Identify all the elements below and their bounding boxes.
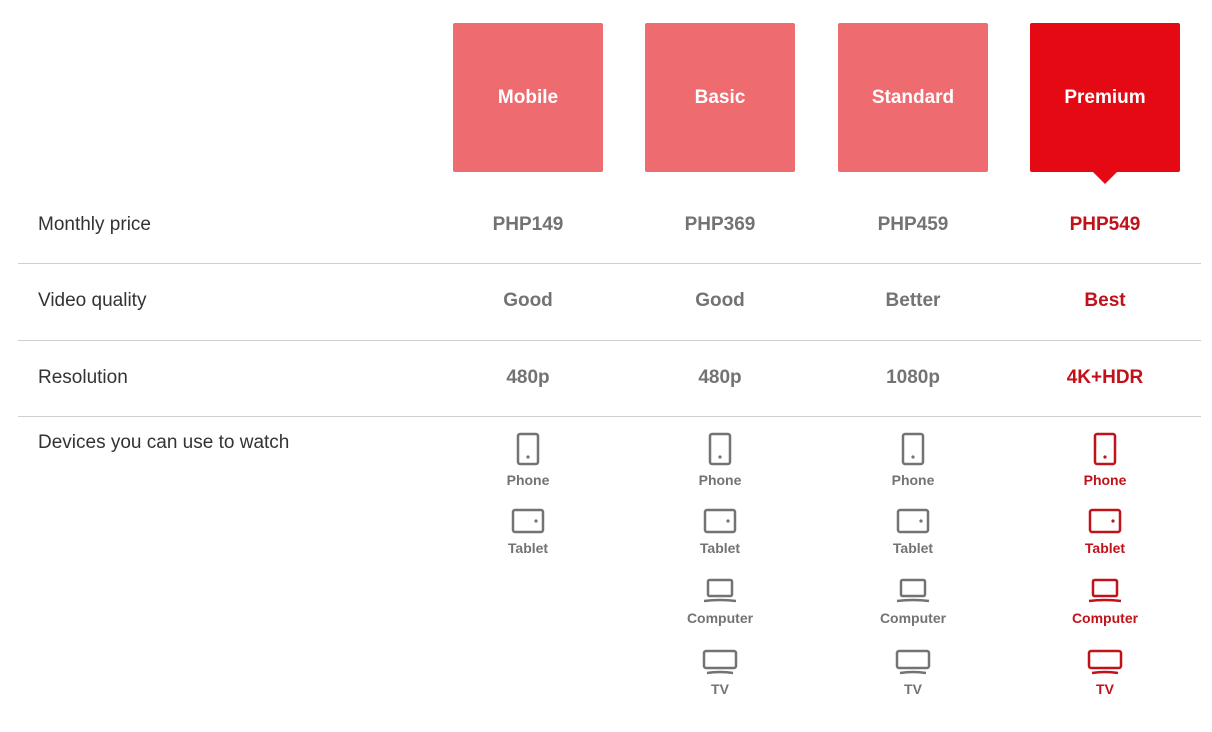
row-label: Video quality bbox=[38, 290, 147, 311]
device-item: Computer bbox=[645, 578, 795, 626]
device-label: Tablet bbox=[892, 540, 934, 556]
quality-mobile: Good bbox=[503, 290, 553, 311]
device-label: Phone bbox=[1083, 472, 1127, 488]
phone-icon bbox=[1030, 432, 1180, 468]
device-label: Phone bbox=[698, 472, 742, 488]
device-label: Tablet bbox=[507, 540, 549, 556]
row-label: Monthly price bbox=[38, 214, 151, 235]
device-item: Tablet bbox=[838, 508, 988, 556]
resolution-premium: 4K+HDR bbox=[1066, 367, 1144, 388]
device-label: Phone bbox=[506, 472, 550, 488]
price-standard: PHP459 bbox=[877, 214, 949, 235]
device-item: TV bbox=[1030, 649, 1180, 697]
price-mobile: PHP149 bbox=[492, 214, 564, 235]
phone-icon bbox=[838, 432, 988, 468]
device-item: Tablet bbox=[453, 508, 603, 556]
quality-premium: Best bbox=[1084, 290, 1126, 311]
plan-name: Standard bbox=[871, 86, 955, 108]
tv-icon bbox=[1030, 649, 1180, 675]
plan-name: Mobile bbox=[497, 86, 559, 108]
quality-basic: Good bbox=[695, 290, 745, 311]
device-label: Tablet bbox=[699, 540, 741, 556]
device-item: Phone bbox=[453, 432, 603, 488]
row-label: Devices you can use to watch bbox=[38, 432, 290, 453]
device-item: Phone bbox=[645, 432, 795, 488]
plan-card-basic[interactable]: Basic bbox=[645, 23, 795, 172]
monthly-price-row: Monthly price PHP149 PHP369 PHP459 PHP54… bbox=[18, 186, 1201, 264]
plan-name: Premium bbox=[1064, 86, 1146, 108]
device-label: Tablet bbox=[1084, 540, 1126, 556]
tv-icon bbox=[838, 649, 988, 675]
resolution-basic: 480p bbox=[698, 367, 742, 388]
device-label: Computer bbox=[1071, 610, 1139, 626]
device-item: Phone bbox=[838, 432, 988, 488]
resolution-standard: 1080p bbox=[886, 367, 940, 388]
row-label: Resolution bbox=[38, 367, 128, 388]
video-quality-row: Video quality Good Good Better Best bbox=[18, 264, 1201, 341]
price-basic: PHP369 bbox=[684, 214, 756, 235]
tablet-icon bbox=[645, 508, 795, 534]
device-label: Computer bbox=[879, 610, 947, 626]
tv-icon bbox=[645, 649, 795, 675]
device-label: Phone bbox=[891, 472, 935, 488]
device-item: TV bbox=[645, 649, 795, 697]
device-item: Tablet bbox=[645, 508, 795, 556]
plan-card-mobile[interactable]: Mobile bbox=[453, 23, 603, 172]
device-item: Computer bbox=[838, 578, 988, 626]
resolution-mobile: 480p bbox=[506, 367, 550, 388]
resolution-row: Resolution 480p 480p 1080p 4K+HDR bbox=[18, 341, 1201, 417]
device-item: Computer bbox=[1030, 578, 1180, 626]
plan-card-standard[interactable]: Standard bbox=[838, 23, 988, 172]
computer-icon bbox=[838, 578, 988, 604]
device-item: Tablet bbox=[1030, 508, 1180, 556]
tablet-icon bbox=[453, 508, 603, 534]
quality-standard: Better bbox=[885, 290, 941, 311]
device-label: Computer bbox=[686, 610, 754, 626]
plan-name: Basic bbox=[694, 86, 746, 108]
devices-row: Devices you can use to watch bbox=[18, 417, 1201, 717]
device-label: TV bbox=[711, 681, 729, 697]
tablet-icon bbox=[838, 508, 988, 534]
tablet-icon bbox=[1030, 508, 1180, 534]
device-label: TV bbox=[904, 681, 922, 697]
computer-icon bbox=[645, 578, 795, 604]
phone-icon bbox=[645, 432, 795, 468]
computer-icon bbox=[1030, 578, 1180, 604]
device-label: TV bbox=[1096, 681, 1114, 697]
plan-card-premium[interactable]: Premium bbox=[1030, 23, 1180, 184]
price-premium: PHP549 bbox=[1069, 214, 1141, 235]
device-item: Phone bbox=[1030, 432, 1180, 488]
device-item: TV bbox=[838, 649, 988, 697]
phone-icon bbox=[453, 432, 603, 468]
